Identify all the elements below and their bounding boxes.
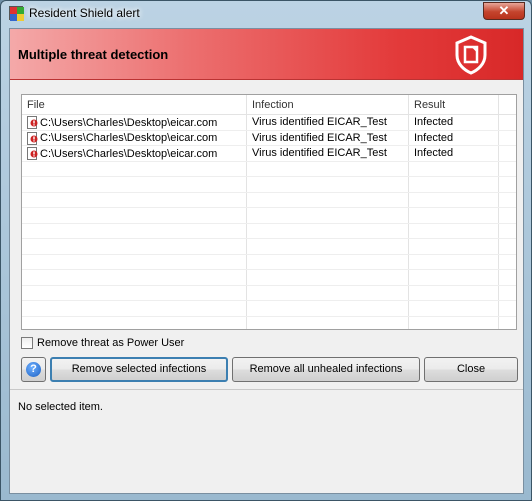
result-status: Infected — [414, 116, 454, 128]
column-header-infection[interactable]: Infection — [252, 99, 294, 111]
table-row[interactable]: C:\Users\Charles\Desktop\eicar.com Virus… — [22, 115, 516, 131]
power-user-checkbox[interactable] — [21, 337, 33, 349]
column-header-result[interactable]: Result — [414, 99, 445, 111]
file-path: C:\Users\Charles\Desktop\eicar.com — [40, 147, 218, 160]
infection-name: Virus identified EICAR_Test — [252, 116, 387, 128]
column-header-file[interactable]: File — [27, 99, 45, 111]
remove-all-button[interactable]: Remove all unhealed infections — [232, 357, 420, 382]
threat-table[interactable]: File Infection Result C:\Users\Charles\D… — [21, 94, 517, 330]
window-title: Resident Shield alert — [29, 6, 140, 20]
infected-file-icon — [27, 147, 38, 160]
alert-window: Resident Shield alert ✕ Multiple threat … — [0, 0, 532, 501]
remove-selected-button[interactable]: Remove selected infections — [50, 357, 228, 382]
close-button[interactable]: Close — [424, 357, 518, 382]
file-path: C:\Users\Charles\Desktop\eicar.com — [40, 132, 218, 144]
help-icon: ? — [26, 362, 41, 377]
infection-name: Virus identified EICAR_Test — [252, 147, 387, 159]
title-bar[interactable]: Resident Shield alert ✕ — [1, 1, 531, 25]
banner-title: Multiple threat detection — [18, 47, 169, 62]
file-path: C:\Users\Charles\Desktop\eicar.com — [40, 116, 218, 129]
shield-icon — [455, 35, 487, 75]
infected-file-icon — [27, 131, 38, 145]
infection-name: Virus identified EICAR_Test — [252, 131, 387, 144]
window-close-button[interactable]: ✕ — [483, 2, 525, 20]
help-button[interactable]: ? — [21, 357, 46, 382]
power-user-option[interactable]: Remove threat as Power User — [21, 337, 184, 349]
dialog-client: Multiple threat detection File Infection… — [9, 28, 524, 494]
app-icon — [9, 6, 24, 21]
status-area: No selected item. — [10, 389, 523, 493]
banner: Multiple threat detection — [10, 29, 523, 80]
result-status: Infected — [414, 147, 454, 159]
table-header: File Infection Result — [22, 95, 516, 115]
table-row[interactable]: C:\Users\Charles\Desktop\eicar.com Virus… — [22, 131, 516, 146]
power-user-label: Remove threat as Power User — [37, 337, 185, 349]
infected-file-icon — [27, 116, 38, 129]
table-row[interactable]: C:\Users\Charles\Desktop\eicar.com Virus… — [22, 146, 516, 162]
status-text: No selected item. — [18, 401, 103, 413]
result-status: Infected — [414, 131, 454, 144]
table-body: C:\Users\Charles\Desktop\eicar.com Virus… — [22, 115, 516, 329]
